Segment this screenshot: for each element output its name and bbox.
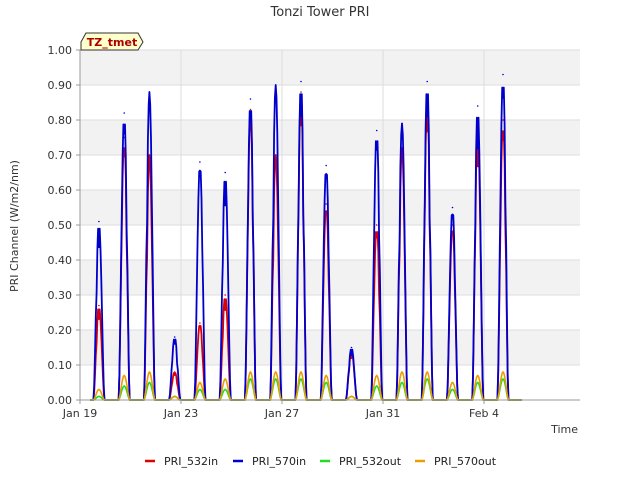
data-point: [249, 371, 252, 373]
legend-label: PRI_570in: [252, 455, 306, 468]
data-point: [401, 122, 403, 125]
data-point: [249, 108, 252, 111]
data-point: [325, 203, 328, 205]
data-point: [274, 84, 277, 86]
legend-label: PRI_570out: [434, 455, 497, 468]
data-point: [224, 171, 226, 174]
y-tick-label: 1.00: [48, 44, 73, 57]
data-point: [274, 371, 277, 373]
data-point: [274, 378, 277, 380]
y-tick-label: 0.10: [48, 359, 73, 372]
data-point: [375, 385, 378, 387]
data-point: [148, 371, 151, 373]
y-tick-label: 0.80: [48, 114, 73, 127]
data-point: [173, 395, 176, 398]
x-axis-title: Time: [550, 423, 578, 436]
data-point: [274, 154, 277, 156]
data-point: [502, 119, 504, 121]
y-tick-label: 0.90: [48, 79, 73, 92]
data-point: [375, 129, 378, 132]
data-point: [476, 105, 479, 107]
data-point: [350, 346, 353, 349]
plot-band: [80, 50, 580, 85]
data-point: [123, 374, 125, 377]
x-tick-label: Jan 31: [365, 407, 400, 420]
data-point: [300, 80, 302, 83]
data-point: [123, 385, 125, 387]
data-point: [123, 112, 125, 114]
y-tick-label: 0.00: [48, 394, 73, 407]
x-tick-label: Jan 19: [62, 407, 97, 420]
y-axis-ticks: 0.00 0.10 0.20 0.30 0.40 0.50 0.60 0.70 0.80 0.90…: [48, 44, 80, 407]
site-badge: TZ_tmet: [80, 32, 144, 51]
data-point: [173, 371, 176, 373]
data-point: [325, 164, 328, 167]
data-point: [451, 381, 454, 384]
legend-label: PRI_532out: [339, 455, 402, 468]
data-point: [426, 378, 429, 380]
legend-label: PRI_532in: [164, 455, 218, 468]
data-point: [249, 98, 252, 100]
data-point: [173, 336, 176, 338]
data-point: [375, 374, 378, 377]
data-point: [199, 322, 201, 324]
pri-chart: Tonzi Tower PRI 0.00 0.10 0.20 0.30 0.40 0.50…: [8, 5, 580, 468]
data-point: [502, 378, 504, 380]
x-tick-label: Jan 23: [163, 407, 198, 420]
site-badge-label: TZ_tmet: [87, 36, 137, 49]
data-point: [148, 381, 151, 384]
chart-title: Tonzi Tower PRI: [270, 5, 370, 20]
data-point: [401, 381, 403, 384]
y-tick-label: 0.60: [48, 184, 73, 197]
data-point: [249, 378, 252, 380]
data-point: [199, 161, 201, 163]
y-tick-label: 0.30: [48, 289, 73, 302]
y-tick-label: 0.70: [48, 149, 73, 162]
data-point: [502, 73, 504, 76]
data-point: [300, 371, 302, 373]
y-tick-label: 0.20: [48, 324, 73, 337]
data-point: [300, 91, 302, 93]
data-point: [98, 304, 100, 307]
data-point: [426, 80, 429, 83]
data-point: [98, 388, 100, 391]
x-tick-label: Feb 4: [469, 407, 499, 420]
y-tick-label: 0.50: [48, 219, 73, 232]
data-point: [325, 381, 328, 384]
data-point: [98, 220, 100, 223]
data-point: [300, 378, 302, 380]
data-point: [224, 388, 226, 391]
data-point: [451, 388, 454, 391]
data-point: [224, 378, 226, 380]
data-point: [502, 371, 504, 373]
data-point: [199, 388, 201, 391]
data-point: [426, 371, 429, 373]
y-tick-label: 0.40: [48, 254, 73, 267]
data-point: [148, 154, 151, 156]
data-point: [325, 374, 328, 377]
legend: PRI_532in PRI_570in PRI_532out PRI_570out: [145, 455, 497, 468]
data-point: [401, 371, 403, 373]
data-point: [199, 381, 201, 384]
y-axis-title: PRI Channel (W/m2/nm): [8, 160, 21, 292]
data-point: [148, 91, 151, 93]
data-point: [98, 395, 100, 398]
x-axis-ticks: Jan 19 Jan 23 Jan 27 Jan 31 Feb 4: [62, 400, 499, 420]
data-point: [350, 395, 353, 398]
data-point: [224, 294, 226, 296]
data-point: [451, 206, 454, 209]
data-point: [375, 224, 378, 226]
x-tick-label: Jan 27: [264, 407, 299, 420]
data-point: [476, 381, 479, 384]
data-point: [476, 374, 479, 377]
